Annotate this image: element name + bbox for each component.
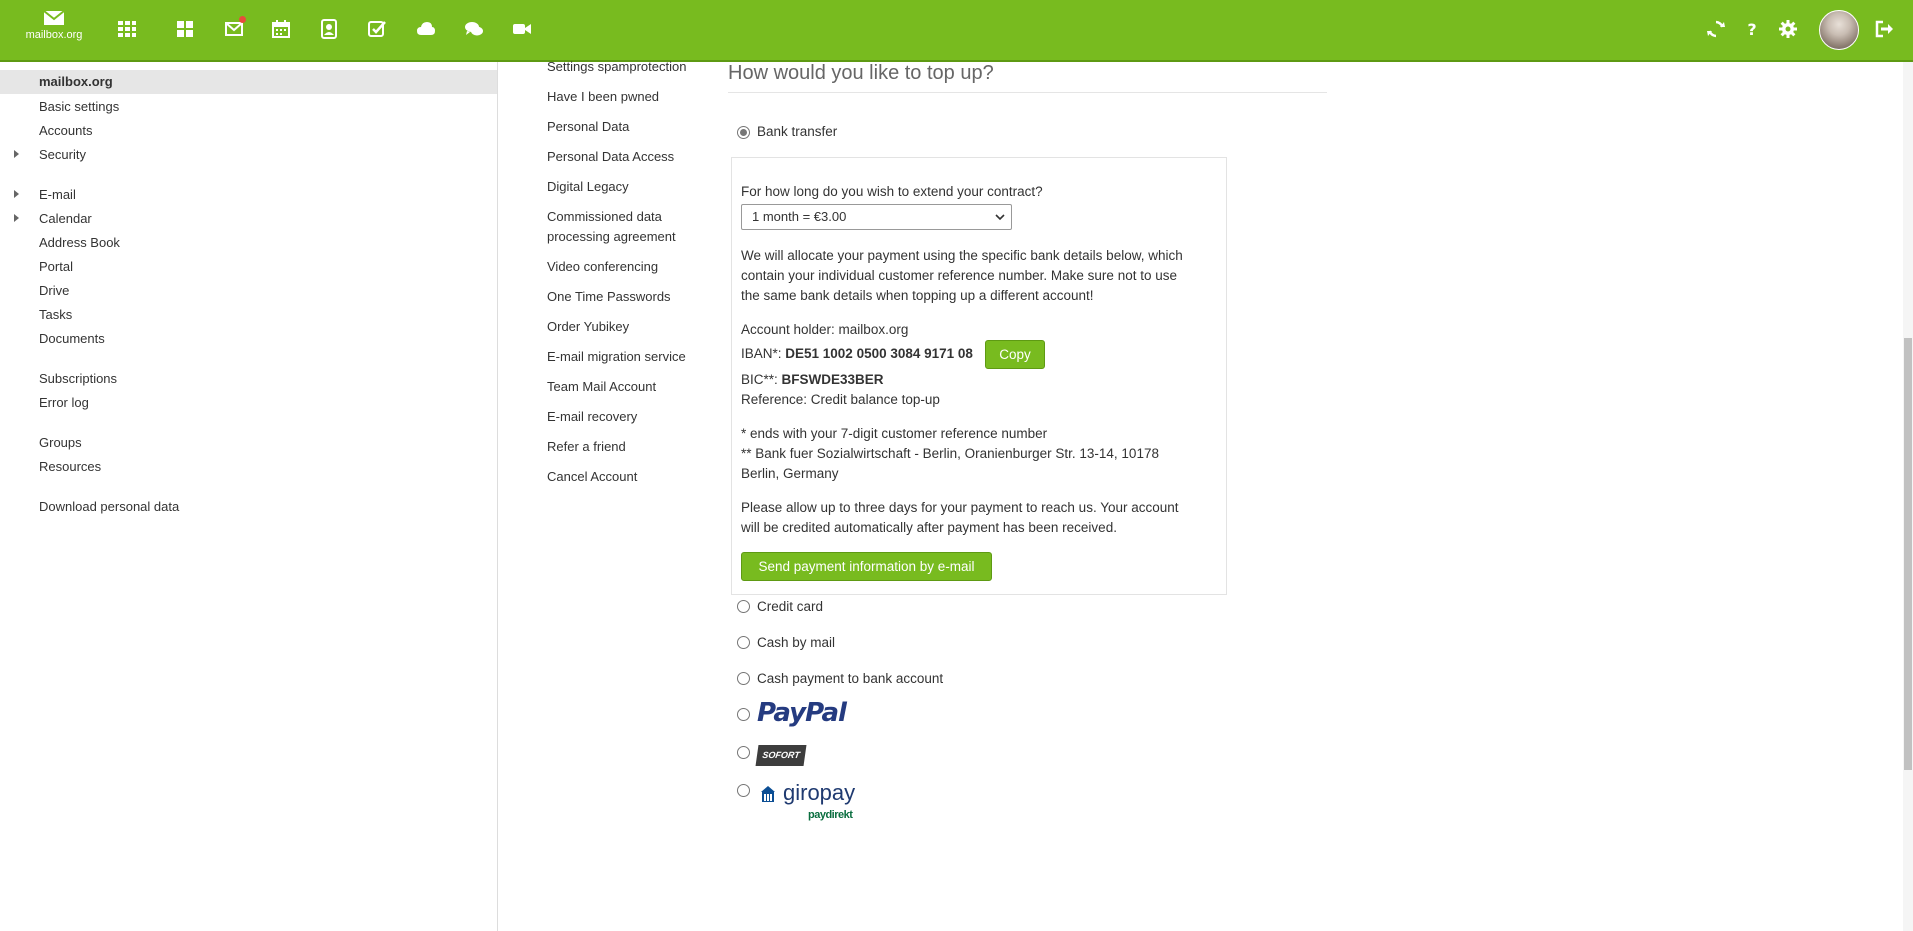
sidebar-item-calendar[interactable]: Calendar: [39, 211, 92, 226]
sidebar-item-documents[interactable]: Documents: [39, 331, 105, 346]
sidebar-item-address-book[interactable]: Address Book: [39, 235, 120, 250]
submenu-video-conferencing[interactable]: Video conferencing: [547, 257, 658, 277]
submenu-email-migration[interactable]: E-mail migration service: [547, 347, 686, 367]
paypal-radio[interactable]: [737, 708, 750, 721]
sidebar-item-error-log[interactable]: Error log: [39, 395, 89, 410]
sidebar-item-email[interactable]: E-mail: [39, 187, 76, 202]
allow-text-1: Please allow up to three days for your p…: [741, 500, 1179, 515]
sidebar-item-resources[interactable]: Resources: [39, 459, 101, 474]
sidebar-item-download-personal-data[interactable]: Download personal data: [39, 499, 179, 514]
apps-grid-icon[interactable]: [115, 17, 139, 41]
submenu-refer-a-friend[interactable]: Refer a friend: [547, 437, 626, 457]
sidebar-item-drive[interactable]: Drive: [39, 283, 69, 298]
account-holder: Account holder: mailbox.org: [741, 322, 909, 337]
bic-label: BIC**:: [741, 372, 782, 387]
iban-value: DE51 1002 0500 3084 9171 08: [785, 346, 973, 361]
bank-transfer-radio[interactable]: [737, 126, 750, 139]
giropay-building-icon: [761, 786, 775, 802]
iban-label: IBAN*:: [741, 346, 786, 361]
duration-selected-value: 1 month = €3.00: [752, 209, 847, 224]
submenu-team-mail-account[interactable]: Team Mail Account: [547, 377, 656, 397]
cash-bank-account-radio[interactable]: [737, 672, 750, 685]
security-expand-caret-icon[interactable]: [14, 150, 19, 158]
bic-value: BFSWDE33BER: [781, 372, 884, 387]
sofort-logo[interactable]: SOFORT: [755, 745, 807, 766]
bic-line: BIC**: BFSWDE33BER: [741, 370, 884, 390]
bank-transfer-label[interactable]: Bank transfer: [757, 124, 837, 139]
duration-select[interactable]: 1 month = €3.00: [741, 204, 1012, 230]
avatar[interactable]: [1819, 10, 1859, 50]
credit-card-radio[interactable]: [737, 600, 750, 613]
submenu-one-time-passwords[interactable]: One Time Passwords: [547, 287, 671, 307]
chat-icon[interactable]: [462, 17, 486, 41]
footnote-bank-1: ** Bank fuer Sozialwirtschaft - Berlin, …: [741, 446, 1159, 461]
sidebar-item-subscriptions[interactable]: Subscriptions: [39, 371, 117, 386]
giropay-logo[interactable]: giropay: [783, 780, 855, 806]
submenu-spamprotection[interactable]: Settings spamprotection: [547, 57, 686, 77]
extend-question: For how long do you wish to extend your …: [741, 184, 1043, 199]
settings-icon[interactable]: [1776, 17, 1800, 41]
reference-line: Reference: Credit balance top-up: [741, 392, 940, 407]
sidebar-item-accounts[interactable]: Accounts: [39, 123, 92, 138]
submenu-personal-data-access[interactable]: Personal Data Access: [547, 147, 674, 167]
submenu-commissioned-data[interactable]: Commissioned data: [547, 207, 662, 227]
submenu-cancel-account[interactable]: Cancel Account: [547, 467, 637, 487]
iban-line: IBAN*: DE51 1002 0500 3084 9171 08: [741, 344, 973, 364]
email-expand-caret-icon[interactable]: [14, 190, 19, 198]
video-icon[interactable]: [510, 17, 534, 41]
allocation-text-2: contain your individual customer referen…: [741, 268, 1177, 283]
envelope-logo-icon: [43, 10, 65, 25]
heading-divider: [728, 92, 1327, 93]
sofort-radio[interactable]: [737, 746, 750, 759]
logo-text: mailbox.org: [25, 29, 83, 41]
credit-card-label[interactable]: Credit card: [757, 599, 823, 614]
cash-by-mail-radio[interactable]: [737, 636, 750, 649]
calendar-expand-caret-icon[interactable]: [14, 214, 19, 222]
footnote-reference-number: * ends with your 7-digit customer refere…: [741, 426, 1048, 441]
send-payment-info-button[interactable]: Send payment information by e-mail: [741, 552, 992, 581]
scrollbar-thumb[interactable]: [1904, 338, 1912, 770]
footnote-bank-2: Berlin, Germany: [741, 466, 839, 481]
address-book-icon[interactable]: [317, 17, 341, 41]
submenu-personal-data[interactable]: Personal Data: [547, 117, 629, 137]
submenu-email-recovery[interactable]: E-mail recovery: [547, 407, 637, 427]
sidebar-item-groups[interactable]: Groups: [39, 435, 82, 450]
submenu-processing-agreement[interactable]: processing agreement: [547, 227, 676, 247]
sidebar-item-mailbox-org[interactable]: mailbox.org: [39, 74, 113, 89]
cash-by-mail-label[interactable]: Cash by mail: [757, 635, 835, 650]
submenu-order-yubikey[interactable]: Order Yubikey: [547, 317, 629, 337]
cash-bank-account-label[interactable]: Cash payment to bank account: [757, 671, 943, 686]
mailbox-logo[interactable]: mailbox.org: [18, 10, 90, 41]
tasks-icon[interactable]: [365, 17, 389, 41]
allow-text-2: will be credited automatically after pay…: [741, 520, 1117, 535]
drive-icon[interactable]: [414, 17, 438, 41]
page-title: How would you like to top up?: [728, 62, 994, 84]
sidebar-item-security[interactable]: Security: [39, 147, 86, 162]
help-icon[interactable]: ?: [1740, 17, 1764, 41]
calendar-icon[interactable]: [269, 17, 293, 41]
sidebar-item-portal[interactable]: Portal: [39, 259, 73, 274]
chevron-down-icon: [995, 214, 1005, 221]
refresh-icon[interactable]: [1704, 17, 1728, 41]
logout-icon[interactable]: [1872, 17, 1896, 41]
allocation-text-3: the same bank details when topping up a …: [741, 288, 1094, 303]
submenu-have-i-been-pwned[interactable]: Have I been pwned: [547, 87, 659, 107]
mail-icon[interactable]: [222, 16, 246, 41]
svg-text:?: ?: [1747, 20, 1756, 39]
portal-icon[interactable]: [173, 17, 197, 41]
top-bar: mailbox.org ?: [0, 0, 1913, 62]
giropay-radio[interactable]: [737, 784, 750, 797]
allocation-text-1: We will allocate your payment using the …: [741, 248, 1183, 263]
copy-iban-button[interactable]: Copy: [985, 340, 1045, 369]
paydirekt-logo: paydirekt: [808, 809, 853, 821]
sidebar-item-basic-settings[interactable]: Basic settings: [39, 99, 119, 114]
submenu-digital-legacy[interactable]: Digital Legacy: [547, 177, 629, 197]
unread-dot: [239, 16, 246, 23]
sidebar-item-tasks[interactable]: Tasks: [39, 307, 72, 322]
paypal-logo[interactable]: PayPal: [757, 698, 847, 728]
